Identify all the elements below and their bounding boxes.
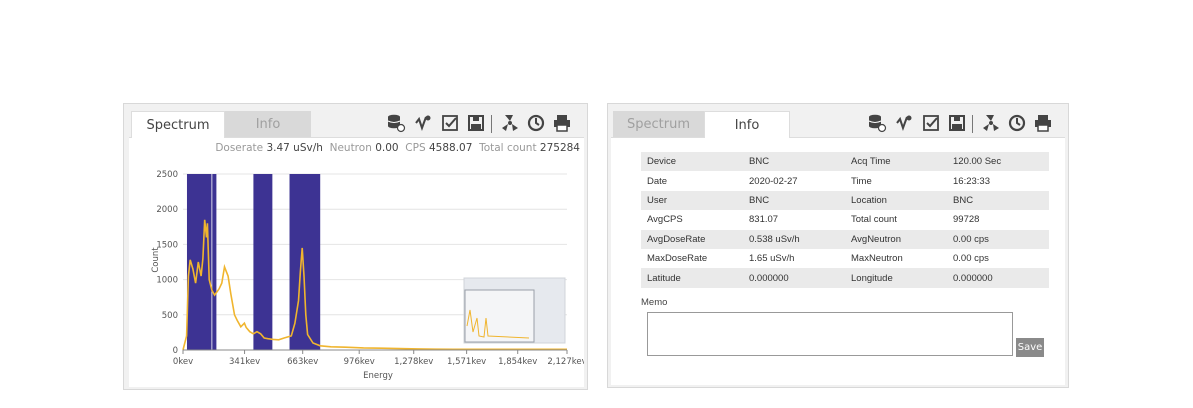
info-field-value: 831.07: [749, 214, 779, 226]
tab-info[interactable]: Info: [225, 111, 311, 138]
info-field-label: Location: [845, 190, 947, 211]
printer-icon[interactable]: [552, 113, 572, 133]
tab-info[interactable]: Info: [704, 111, 790, 138]
y-tick-label: 500: [162, 311, 178, 321]
y-tick-label: 0: [173, 346, 178, 356]
toolbar-separator: [972, 115, 973, 133]
info-field-label: MaxDoseRate: [647, 253, 708, 265]
peak-search-icon[interactable]: [414, 113, 434, 133]
info-field-value: BNC: [743, 152, 845, 172]
info-row: Device BNC Acq Time 120.00 Sec: [641, 152, 1049, 172]
info-field-value: 120.00 Sec: [947, 152, 1049, 172]
info-field-value: 2020-02-27: [749, 175, 798, 187]
x-axis-ticks: 0kev 341kev 663kev 976kev 1,278kev 1,571kev 1,…: [173, 350, 584, 367]
x-tick-label: 976kev: [344, 357, 375, 367]
database-export-icon[interactable]: [386, 113, 406, 133]
x-tick-label: 1,278kev: [394, 357, 433, 367]
x-tick-label: 341kev: [229, 357, 260, 367]
checklist-edit-icon[interactable]: [440, 113, 460, 133]
tab-spectrum[interactable]: Spectrum: [613, 111, 704, 138]
info-content: Device BNC Acq Time 120.00 Sec Date 2020-02-2…: [611, 137, 1065, 385]
fan-radiation-icon[interactable]: [981, 113, 1001, 133]
info-table: Device BNC Acq Time 120.00 Sec Date 2020-02-2…: [641, 152, 1049, 288]
spectrum-toolbar: [386, 113, 586, 135]
checklist-edit-icon[interactable]: [921, 113, 941, 133]
info-row: Date 2020-02-27 Time 16:23:33: [641, 171, 1049, 190]
info-field-value: 0.00 cps: [953, 253, 989, 265]
info-row: AvgDoseRate 0.538 uSv/h AvgNeutron 0.00 cps: [641, 229, 1049, 249]
info-field-value: BNC: [743, 190, 845, 211]
y-tick-label: 2500: [156, 170, 178, 180]
info-field-value: 0.000000: [947, 268, 1049, 288]
info-field-label: Time: [851, 175, 872, 187]
info-field-value: 0.000000: [743, 268, 845, 288]
info-field-value: 0.00 cps: [947, 229, 1049, 249]
memo-textarea[interactable]: [647, 312, 1013, 356]
info-field-label: AvgNeutron: [845, 229, 947, 249]
tab-spectrum[interactable]: Spectrum: [131, 111, 225, 138]
info-field-label: User: [641, 190, 743, 211]
minimap-viewport: [464, 289, 535, 343]
fan-radiation-icon[interactable]: [500, 113, 520, 133]
info-field-label: AvgCPS: [647, 214, 683, 226]
info-panel: Spectrum Info Device BNC Acq Time 120.00…: [607, 103, 1069, 388]
info-row: User BNC Location BNC: [641, 190, 1049, 211]
y-tick-label: 2000: [156, 205, 178, 215]
printer-icon[interactable]: [1033, 113, 1053, 133]
spectrum-panel: Spectrum Info Doserate 3.47 uSv/h Neutro…: [123, 103, 588, 390]
y-tick-label: 1000: [156, 276, 178, 286]
roi-bands: [186, 174, 321, 350]
info-field-label: Longitude: [845, 268, 947, 288]
spectrum-content: Doserate 3.47 uSv/h Neutron 0.00 CPS 458…: [129, 137, 584, 387]
info-row: MaxDoseRate 1.65 uSv/h MaxNeutron 0.00 cps: [641, 249, 1049, 268]
roi-band: [253, 174, 273, 350]
save-disk-icon[interactable]: [466, 113, 486, 133]
info-field-label: Total count: [851, 214, 897, 226]
toolbar-separator: [491, 115, 492, 133]
timer-reset-icon[interactable]: [526, 113, 546, 133]
info-field-label: Device: [641, 152, 743, 172]
info-field-label: MaxNeutron: [851, 253, 903, 265]
info-field-value: 0.538 uSv/h: [743, 229, 845, 249]
y-axis-label: Count: [151, 247, 161, 273]
x-axis-label: Energy: [363, 371, 393, 381]
peak-search-icon[interactable]: [895, 113, 915, 133]
info-field-label: Latitude: [641, 268, 743, 288]
x-tick-label: 663kev: [287, 357, 318, 367]
info-field-label: Date: [647, 175, 668, 187]
overview-minimap: [463, 277, 566, 344]
save-disk-icon[interactable]: [947, 113, 967, 133]
info-row: AvgCPS 831.07 Total count 99728: [641, 210, 1049, 229]
x-tick-label: 1,571kev: [447, 357, 486, 367]
x-tick-label: 0kev: [173, 357, 193, 367]
x-tick-label: 2,127kev: [547, 357, 584, 367]
database-export-icon[interactable]: [867, 113, 887, 133]
info-toolbar: [867, 113, 1067, 135]
info-field-value: 99728: [953, 214, 980, 226]
info-field-label: AvgDoseRate: [641, 229, 743, 249]
save-button[interactable]: Save: [1016, 338, 1044, 357]
info-row: Latitude 0.000000 Longitude 0.000000: [641, 268, 1049, 288]
info-field-value: 1.65 uSv/h: [749, 253, 795, 265]
timer-reset-icon[interactable]: [1007, 113, 1027, 133]
spectrum-chart[interactable]: 05001000150020002500 0kev 341kev 663kev 976…: [129, 138, 584, 387]
info-field-value: 16:23:33: [953, 175, 990, 187]
info-field-label: Acq Time: [845, 152, 947, 172]
info-field-value: BNC: [947, 190, 1049, 211]
memo-label: Memo: [641, 297, 668, 308]
x-tick-label: 1,854kev: [498, 357, 537, 367]
